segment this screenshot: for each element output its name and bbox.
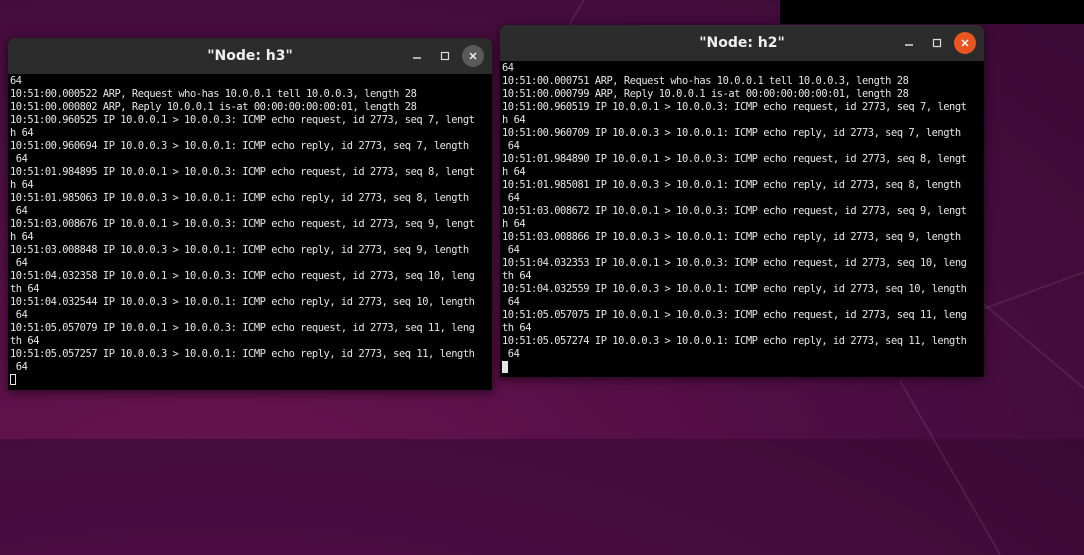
titlebar-h3[interactable]: "Node: h3" [8, 38, 492, 74]
titlebar-h2[interactable]: "Node: h2" [500, 25, 984, 61]
terminal-line: 10:51:04.032544 IP 10.0.0.3 > 10.0.0.1: … [10, 296, 475, 308]
terminal-line: h 64 [502, 166, 526, 178]
maximize-icon[interactable] [434, 45, 456, 67]
terminal-line: 10:51:00.000802 ARP, Reply 10.0.0.1 is-a… [10, 101, 417, 113]
terminal-line: 64 [502, 192, 520, 204]
terminal-line: 64 [10, 75, 22, 87]
terminal-prompt-line [502, 361, 984, 374]
terminal-line: 10:51:05.057274 IP 10.0.0.3 > 10.0.0.1: … [502, 335, 967, 347]
text-cursor [10, 374, 16, 385]
terminal-line: 10:51:04.032358 IP 10.0.0.1 > 10.0.0.3: … [10, 270, 475, 282]
terminal-line: 64 [502, 244, 520, 256]
terminal-line: 10:51:03.008672 IP 10.0.0.1 > 10.0.0.3: … [502, 205, 967, 217]
terminal-line: 64 [10, 309, 28, 321]
terminal-line: th 64 [10, 335, 40, 347]
terminal-line: 64 [10, 205, 28, 217]
wallpaper-line [899, 380, 1001, 555]
terminal-line: th 64 [502, 270, 532, 282]
window-title-h2: "Node: h2" [699, 35, 785, 51]
terminal-output-h3[interactable]: 64 10:51:00.000522 ARP, Request who-has 1… [8, 74, 492, 387]
terminal-line: 10:51:01.985063 IP 10.0.0.3 > 10.0.0.1: … [10, 192, 469, 204]
terminal-line: 10:51:01.984895 IP 10.0.0.1 > 10.0.0.3: … [10, 166, 475, 178]
terminal-window-h2[interactable]: "Node: h2" 64 10:51:00.000751 ARP, Reques… [500, 25, 984, 377]
terminal-line: h 64 [502, 218, 526, 230]
terminal-line: 10:51:01.984890 IP 10.0.0.1 > 10.0.0.3: … [502, 153, 967, 165]
desktop-black-region [780, 0, 1084, 24]
terminal-line: h 64 [10, 231, 34, 243]
terminal-line: 10:51:03.008848 IP 10.0.0.3 > 10.0.0.1: … [10, 244, 469, 256]
minimize-icon[interactable] [898, 32, 920, 54]
terminal-line: 64 [502, 140, 520, 152]
close-icon[interactable] [954, 32, 976, 54]
terminal-line: h 64 [10, 127, 34, 139]
text-cursor [502, 361, 508, 373]
terminal-line: h 64 [10, 179, 34, 191]
maximize-icon[interactable] [926, 32, 948, 54]
terminal-output-h2[interactable]: 64 10:51:00.000751 ARP, Request who-has 1… [500, 61, 984, 374]
minimize-icon[interactable] [406, 45, 428, 67]
terminal-line: 64 [10, 153, 28, 165]
terminal-line: th 64 [502, 322, 532, 334]
terminal-line: 10:51:05.057075 IP 10.0.0.1 > 10.0.0.3: … [502, 309, 967, 321]
terminal-line: 10:51:00.000799 ARP, Reply 10.0.0.1 is-a… [502, 88, 909, 100]
terminal-line: 10:51:00.960694 IP 10.0.0.3 > 10.0.0.1: … [10, 140, 469, 152]
terminal-window-h3[interactable]: "Node: h3" 64 10:51:00.000522 ARP, Reques… [8, 38, 492, 390]
terminal-line: 10:51:04.032353 IP 10.0.0.1 > 10.0.0.3: … [502, 257, 967, 269]
terminal-line: 64 [502, 62, 514, 74]
terminal-line: 10:51:01.985081 IP 10.0.0.3 > 10.0.0.1: … [502, 179, 961, 191]
terminal-line: th 64 [10, 283, 40, 295]
terminal-line: 64 [502, 348, 520, 360]
terminal-line: 10:51:05.057257 IP 10.0.0.3 > 10.0.0.1: … [10, 348, 475, 360]
terminal-line: 10:51:03.008676 IP 10.0.0.1 > 10.0.0.3: … [10, 218, 475, 230]
terminal-line: 10:51:00.960525 IP 10.0.0.1 > 10.0.0.3: … [10, 114, 475, 126]
terminal-line: 10:51:04.032559 IP 10.0.0.3 > 10.0.0.1: … [502, 283, 967, 295]
close-icon[interactable] [462, 45, 484, 67]
terminal-line: 64 [10, 361, 28, 373]
terminal-line: 10:51:05.057079 IP 10.0.0.1 > 10.0.0.3: … [10, 322, 475, 334]
terminal-line: 10:51:00.000751 ARP, Request who-has 10.… [502, 75, 909, 87]
terminal-line: 10:51:03.008866 IP 10.0.0.3 > 10.0.0.1: … [502, 231, 961, 243]
terminal-line: 10:51:00.000522 ARP, Request who-has 10.… [10, 88, 417, 100]
terminal-line: 10:51:00.960519 IP 10.0.0.1 > 10.0.0.3: … [502, 101, 967, 113]
terminal-line: 10:51:00.960709 IP 10.0.0.3 > 10.0.0.1: … [502, 127, 961, 139]
terminal-line: h 64 [502, 114, 526, 126]
terminal-line: 64 [502, 296, 520, 308]
window-title-h3: "Node: h3" [207, 48, 293, 64]
terminal-prompt-line [10, 374, 492, 387]
terminal-line: 64 [10, 257, 28, 269]
wallpaper-line [979, 300, 1084, 405]
